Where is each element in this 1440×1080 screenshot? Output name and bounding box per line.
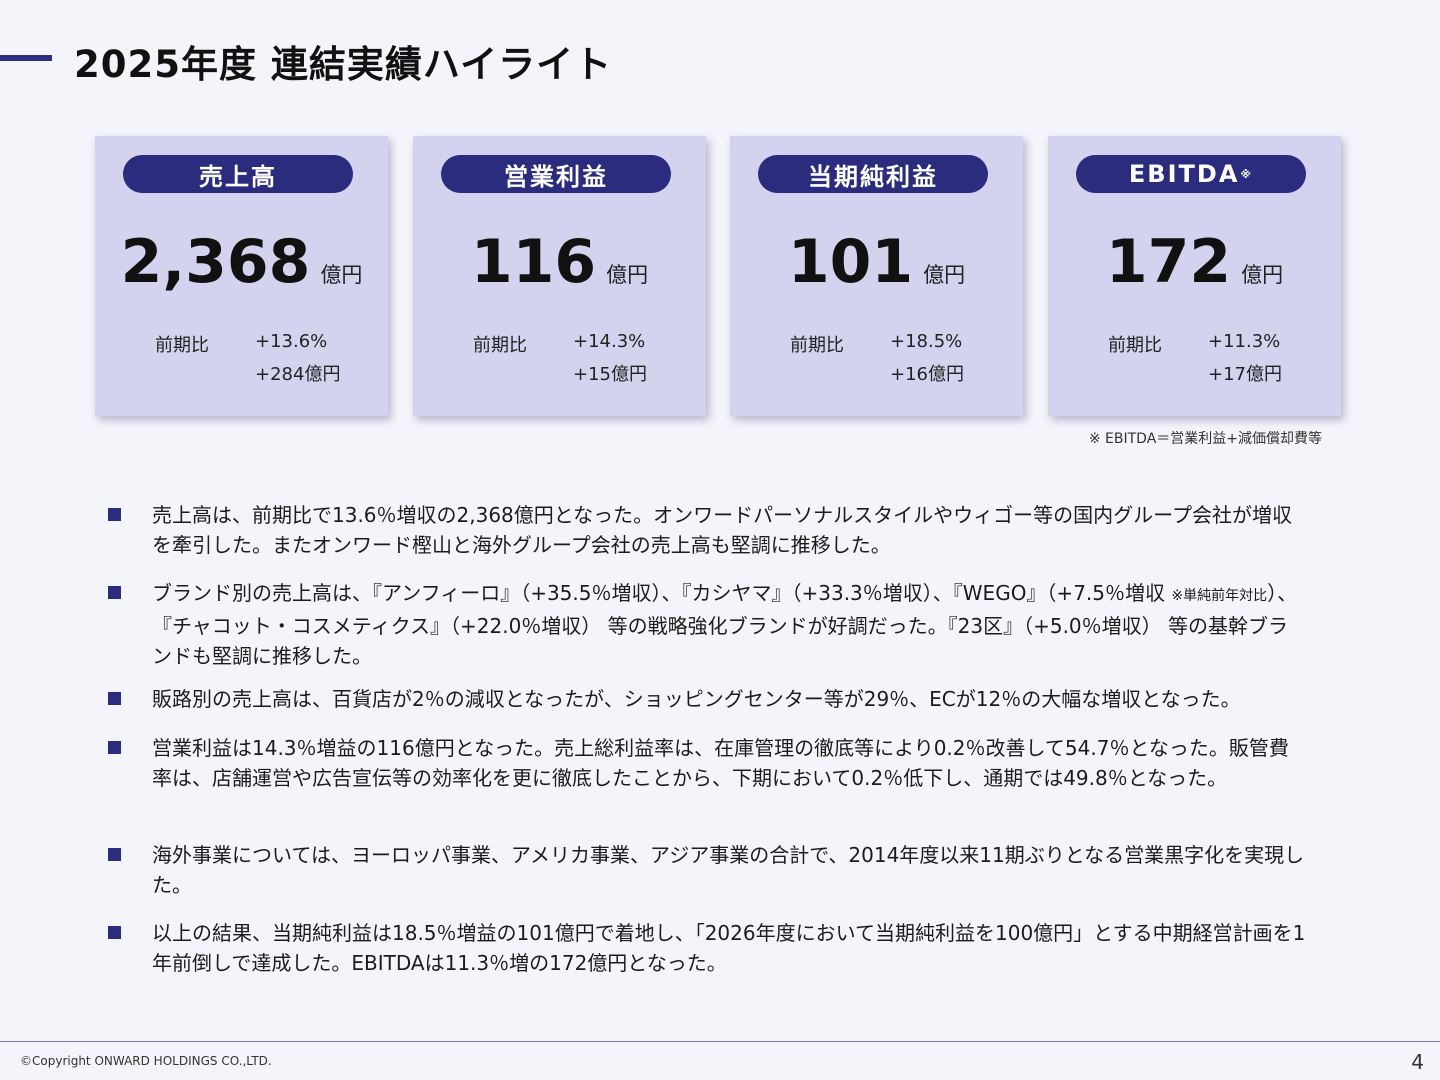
bullet-item: 売上高は、前期比で13.6％増収の2,368億円となった。オンワードパーソナルス…: [108, 500, 1308, 560]
copyright-text: ©Copyright ONWARD HOLDINGS CO.,LTD.: [20, 1054, 272, 1068]
bullet-text: 以上の結果、当期純利益は18.5％増益の101億円で着地し、「2026年度におい…: [152, 921, 1306, 975]
kpi-label: 当期純利益: [808, 162, 938, 191]
footer-divider: [0, 1041, 1440, 1042]
bullet-square-icon: [108, 586, 121, 599]
kpi-change-abs: +15億円: [573, 364, 647, 385]
kpi-card-net-income: 当期純利益 101 億円 前期比 +18.5% +16億円: [730, 136, 1023, 416]
kpi-change-abs: +17億円: [1208, 364, 1282, 385]
kpi-change-pct: +14.3%: [573, 331, 646, 352]
kpi-unit: 億円: [606, 263, 649, 287]
kpi-card-sales: 売上高 2,368 億円 前期比 +13.6% +284億円: [95, 136, 388, 416]
kpi-label-mark: ※: [1240, 167, 1254, 181]
kpi-change-pct: +11.3%: [1208, 331, 1281, 352]
kpi-card-ebitda: EBITDA ※ 172 億円 前期比 +11.3% +17億円: [1048, 136, 1341, 416]
bullet-text: 売上高は、前期比で13.6％増収の2,368億円となった。オンワードパーソナルス…: [152, 503, 1292, 557]
kpi-label-pill: 当期純利益: [758, 155, 988, 193]
bullet-square-icon: [108, 926, 121, 939]
bullet-square-icon: [108, 741, 121, 754]
bullet-item: 営業利益は14.3％増益の116億円となった。売上総利益率は、在庫管理の徹底等に…: [108, 733, 1308, 793]
kpi-value-row: 172 億円: [1048, 232, 1341, 304]
kpi-card-operating-profit: 営業利益 116 億円 前期比 +14.3% +15億円: [413, 136, 706, 416]
bullet-square-icon: [108, 848, 121, 861]
page-number: 4: [1411, 1050, 1424, 1074]
ebitda-footnote: ※ EBITDA＝営業利益+減価償却費等: [1088, 431, 1322, 447]
bullet-note: ※単純前年対比: [1171, 588, 1268, 604]
kpi-value: 101: [787, 227, 914, 297]
bullet-item: 以上の結果、当期純利益は18.5％増益の101億円で着地し、「2026年度におい…: [108, 918, 1308, 978]
kpi-label: 売上高: [199, 162, 277, 191]
kpi-change-pct: +18.5%: [890, 331, 963, 352]
kpi-value: 2,368: [120, 227, 311, 297]
kpi-unit: 億円: [923, 263, 966, 287]
bullet-text: 海外事業については、ヨーロッパ事業、アメリカ事業、アジア事業の合計で、2014年…: [152, 843, 1305, 897]
kpi-compare-label: 前期比: [1108, 335, 1162, 356]
kpi-value: 172: [1105, 227, 1232, 297]
kpi-value: 116: [470, 227, 597, 297]
kpi-compare-label: 前期比: [155, 335, 209, 356]
kpi-label: EBITDA: [1128, 160, 1240, 188]
kpi-label-pill: EBITDA ※: [1076, 155, 1306, 193]
kpi-label-pill: 売上高: [123, 155, 353, 193]
kpi-change-abs: +16億円: [890, 364, 964, 385]
title-accent-bar: [0, 55, 52, 61]
bullet-item: 販路別の売上高は、百貨店が2％の減収となったが、ショッピングセンター等が29％、…: [108, 684, 1241, 714]
bullet-square-icon: [108, 692, 121, 705]
bullet-item: 海外事業については、ヨーロッパ事業、アメリカ事業、アジア事業の合計で、2014年…: [108, 840, 1308, 900]
bullet-square-icon: [108, 508, 121, 521]
bullet-text: 販路別の売上高は、百貨店が2％の減収となったが、ショッピングセンター等が29％、…: [152, 687, 1241, 711]
kpi-change-abs: +284億円: [255, 364, 341, 385]
bullet-item: ブランド別の売上高は、『アンフィーロ』（+35.5％増収）、『カシヤマ』（+33…: [108, 578, 1308, 671]
page-title: 2025年度 連結実績ハイライト: [74, 43, 613, 86]
kpi-value-row: 101 億円: [730, 232, 1023, 304]
kpi-unit: 億円: [1241, 263, 1284, 287]
kpi-label-pill: 営業利益: [441, 155, 671, 193]
kpi-change-pct: +13.6%: [255, 331, 328, 352]
kpi-compare-label: 前期比: [790, 335, 844, 356]
kpi-unit: 億円: [320, 263, 363, 287]
kpi-compare-label: 前期比: [473, 335, 527, 356]
kpi-value-row: 2,368 億円: [95, 232, 388, 304]
kpi-label: 営業利益: [504, 162, 608, 191]
bullet-text: ブランド別の売上高は、『アンフィーロ』（+35.5％増収）、『カシヤマ』（+33…: [152, 581, 1172, 605]
kpi-value-row: 116 億円: [413, 232, 706, 304]
bullet-text: 営業利益は14.3％増益の116億円となった。売上総利益率は、在庫管理の徹底等に…: [152, 736, 1289, 790]
